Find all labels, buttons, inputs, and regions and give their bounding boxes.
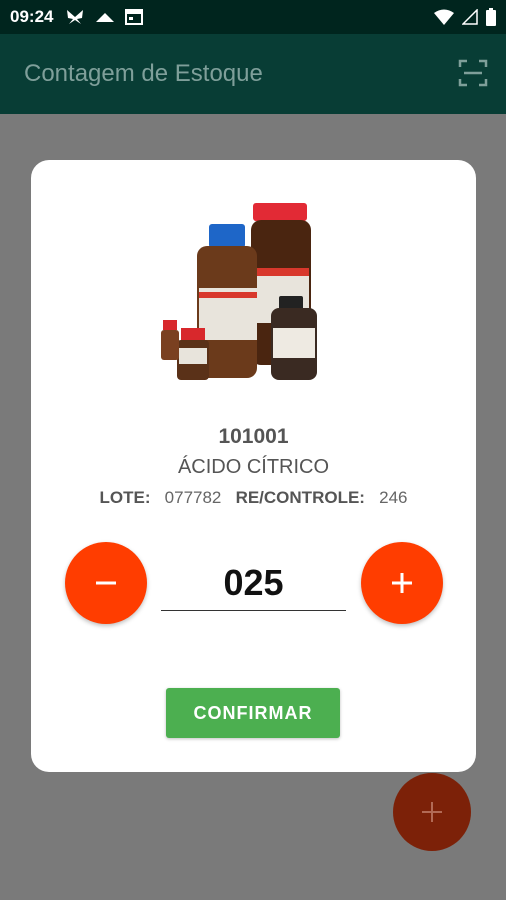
butterfly-icon <box>67 10 84 24</box>
increment-button[interactable] <box>361 542 443 624</box>
confirm-button[interactable]: CONFIRMAR <box>166 688 340 738</box>
status-bar: 09:24 <box>0 0 506 34</box>
app-bar: Contagem de Estoque <box>0 34 506 114</box>
product-code: 101001 <box>218 425 289 448</box>
control-value: 246 <box>379 488 408 507</box>
app-title: Contagem de Estoque <box>24 60 263 87</box>
product-name: ÁCIDO CÍTRICO <box>177 456 330 478</box>
status-time: 09:24 <box>10 7 54 26</box>
notification-icons <box>65 9 144 25</box>
lot-value: 077782 <box>164 488 222 507</box>
system-icons <box>434 8 496 26</box>
wifi-icon <box>434 9 454 25</box>
count-dialog: 101001 ÁCIDO CÍTRICO LOTE: 077782 RE/CON… <box>31 160 476 772</box>
quantity-value: 025 <box>223 562 284 603</box>
plus-icon <box>392 573 412 593</box>
cloud-icon <box>96 13 115 22</box>
signal-icon <box>462 9 478 25</box>
product-image <box>161 203 317 380</box>
minus-icon <box>96 581 116 585</box>
decrement-button[interactable] <box>65 542 147 624</box>
calendar-icon <box>125 9 144 25</box>
plus-icon <box>422 802 442 822</box>
add-fab[interactable] <box>393 773 471 851</box>
lot-label: LOTE: <box>99 488 151 507</box>
quantity-field[interactable]: 025 <box>161 560 346 611</box>
battery-icon <box>486 8 496 26</box>
control-label: RE/CONTROLE: <box>235 488 365 507</box>
barcode-scan-icon[interactable] <box>458 58 488 88</box>
lot-info: LOTE: 077782 RE/CONTROLE: 246 <box>31 488 476 508</box>
